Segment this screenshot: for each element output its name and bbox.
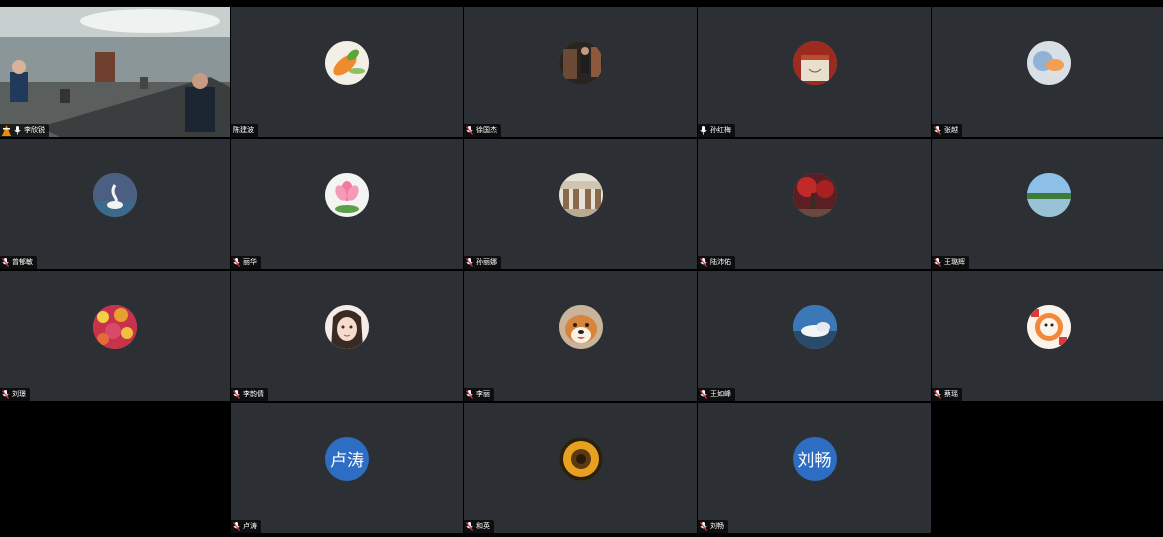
clouds-photo (792, 304, 837, 349)
participant-name: 陈建波 (233, 126, 254, 134)
name-tag: 陆沛佑 (698, 256, 735, 269)
mic-muted-icon (2, 390, 9, 399)
name-tag: 卢涛 (231, 520, 261, 533)
participant-tile-5[interactable]: 曾郁敏 (0, 139, 230, 269)
video-feed (0, 7, 230, 137)
room-photo (558, 40, 603, 85)
name-tag: 和英 (464, 520, 494, 533)
participant-name: 李韵倩 (243, 390, 264, 398)
name-tag: 刘璟 (0, 388, 30, 401)
sunflower-photo (558, 436, 603, 481)
flowers-photo (93, 304, 137, 349)
participant-tile-17[interactable]: 刘畅 刘畅 (698, 403, 931, 533)
name-tag: 曾郁敏 (0, 256, 37, 269)
name-tag: 李欣锐 (0, 124, 49, 137)
participant-tile-2[interactable]: 徐国杰 (464, 7, 697, 137)
participant-name: 曾郁敏 (12, 258, 33, 266)
participant-tile-13[interactable]: 王如峰 (698, 271, 931, 401)
dog-bowl-photo (792, 40, 837, 85)
participant-name: 李丽 (476, 390, 490, 398)
participant-name: 陆沛佑 (710, 258, 731, 266)
mic-muted-icon (466, 390, 473, 399)
participant-tile-14[interactable]: 蔡瑶 (932, 271, 1163, 401)
mic-muted-icon (934, 126, 941, 135)
street-photo (558, 172, 603, 217)
empty-slot (0, 403, 230, 533)
participant-tile-0[interactable]: 李欣锐 (0, 7, 230, 137)
initials-avatar: 刘畅 (792, 436, 837, 481)
name-tag: 丽华 (231, 256, 261, 269)
participant-name: 孙丽娜 (476, 258, 497, 266)
name-tag: 刘畅 (698, 520, 728, 533)
mic-muted-icon (466, 258, 473, 267)
mic-muted-icon (466, 126, 473, 135)
swan-photo (93, 172, 137, 217)
carrot-photo (325, 40, 369, 85)
participant-tile-16[interactable]: 和英 (464, 403, 697, 533)
mic-muted-icon (233, 258, 240, 267)
lake-photo (1026, 172, 1071, 217)
mic-muted-icon (466, 522, 473, 531)
participant-name: 刘畅 (710, 522, 724, 530)
participant-tile-1[interactable]: 陈建波 (231, 7, 463, 137)
mic-muted-icon (700, 522, 707, 531)
name-tag: 李丽 (464, 388, 494, 401)
vlc-cone-icon (2, 125, 11, 136)
participant-tile-10[interactable]: 刘璟 (0, 271, 230, 401)
initials-avatar: 卢涛 (325, 436, 369, 481)
participant-tile-9[interactable]: 王璐辉 (932, 139, 1163, 269)
empty-slot (932, 403, 1163, 533)
participant-name: 和英 (476, 522, 490, 530)
mic-muted-icon (934, 390, 941, 399)
participant-name: 卢涛 (243, 522, 257, 530)
mic-muted-icon (233, 522, 240, 531)
participant-name: 王如峰 (710, 390, 731, 398)
mic-on-icon (700, 126, 707, 135)
mic-muted-icon (233, 390, 240, 399)
anime-girl-photo (325, 304, 369, 349)
participant-tile-8[interactable]: 陆沛佑 (698, 139, 931, 269)
participant-tile-12[interactable]: 李丽 (464, 271, 697, 401)
participant-grid: 李欣锐 陈建波 徐国杰 孙红梅 张越 曾郁敏 丽华 孙丽娜 陆沛佑 王璐辉 刘璟… (0, 7, 1163, 533)
mic-muted-icon (700, 390, 707, 399)
name-tag: 孙丽娜 (464, 256, 501, 269)
name-tag: 孙红梅 (698, 124, 735, 137)
mic-muted-icon (700, 258, 707, 267)
name-tag: 李韵倩 (231, 388, 268, 401)
name-tag: 王如峰 (698, 388, 735, 401)
name-tag: 蔡瑶 (932, 388, 962, 401)
participant-tile-7[interactable]: 孙丽娜 (464, 139, 697, 269)
painting-photo (1026, 40, 1071, 85)
cartoon-photo (1026, 304, 1071, 349)
mic-muted-icon (934, 258, 941, 267)
participant-name: 丽华 (243, 258, 257, 266)
mic-on-icon (14, 126, 21, 135)
participant-name: 张越 (944, 126, 958, 134)
participant-tile-11[interactable]: 李韵倩 (231, 271, 463, 401)
participant-name: 蔡瑶 (944, 390, 958, 398)
name-tag: 张越 (932, 124, 962, 137)
mic-muted-icon (2, 258, 9, 267)
lotus-photo (325, 172, 369, 217)
participant-name: 李欣锐 (24, 126, 45, 134)
participant-tile-3[interactable]: 孙红梅 (698, 7, 931, 137)
participant-name: 王璐辉 (944, 258, 965, 266)
name-tag: 王璐辉 (932, 256, 969, 269)
participant-tile-6[interactable]: 丽华 (231, 139, 463, 269)
participant-name: 孙红梅 (710, 126, 731, 134)
red-tree-photo (792, 172, 837, 217)
shiba-photo (558, 304, 603, 349)
participant-tile-4[interactable]: 张越 (932, 7, 1163, 137)
name-tag: 徐国杰 (464, 124, 501, 137)
participant-name: 刘璟 (12, 390, 26, 398)
name-tag: 陈建波 (231, 124, 258, 137)
participant-tile-15[interactable]: 卢涛 卢涛 (231, 403, 463, 533)
participant-name: 徐国杰 (476, 126, 497, 134)
